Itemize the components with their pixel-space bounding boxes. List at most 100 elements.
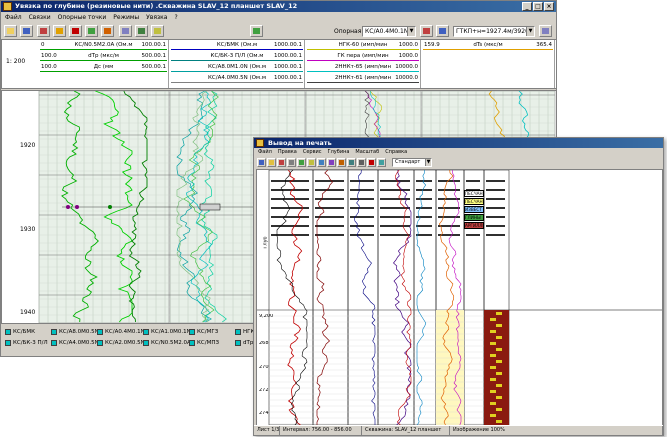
print-tool-button[interactable] <box>337 158 346 167</box>
legend-item[interactable]: КС/БМК <box>4 328 35 336</box>
print-menu-depth[interactable]: Глубина <box>328 148 350 157</box>
print-menu-scale[interactable]: Масштаб <box>355 148 379 157</box>
print-lithology-pattern <box>490 414 496 417</box>
tool-6-button[interactable] <box>119 25 132 37</box>
print-tool-button[interactable] <box>257 158 266 167</box>
ref-tool-2-button[interactable] <box>436 25 449 37</box>
curve-header-row[interactable]: 100.0 Дс (мм 500.00.1 <box>40 63 167 72</box>
tie-marker <box>199 203 221 211</box>
tool-7-button[interactable] <box>135 25 148 37</box>
print-tool-button[interactable] <box>377 158 386 167</box>
print-depth-label: 270 <box>259 365 269 370</box>
lithology-legend: ПЕСЧАНИКИ ПЕСЧАН ИЗВЕСТ ГЛИНЫ АРГИЛЛИ <box>464 190 484 230</box>
tool-8-button[interactable] <box>151 25 164 37</box>
legend-item[interactable]: КС/А8.0M0.5N <box>50 328 99 336</box>
tool-4-button[interactable] <box>85 25 98 37</box>
print-tool-button[interactable] <box>267 158 276 167</box>
refresh-button[interactable] <box>250 25 263 37</box>
print-tool-icon <box>299 160 304 165</box>
legend-item[interactable]: КС/А2.0M0.5N <box>96 339 145 347</box>
tool-6-icon <box>122 28 129 34</box>
edit-button[interactable] <box>539 25 552 37</box>
track-header[interactable]: НГК-60 (имп/мин 1000.0 ГК пера (имп/мин 100… <box>306 40 421 88</box>
legend-label: КС/БК-3 П/Л <box>13 340 48 346</box>
close-button[interactable]: × <box>544 2 554 11</box>
print-lithology-pattern <box>490 354 496 357</box>
print-menu-file[interactable]: Файл <box>258 148 272 157</box>
print-tool-button[interactable] <box>367 158 376 167</box>
legend-item[interactable]: КС/БК-3 П/Л <box>4 339 48 347</box>
print-tool-button[interactable] <box>327 158 336 167</box>
print-lithology-pattern <box>490 318 496 321</box>
print-tool-icon <box>369 160 374 165</box>
legend-item[interactable]: dTp <box>234 339 253 347</box>
status-well: Скважина: SLAV_12 планшет <box>362 426 450 435</box>
print-tool-button[interactable] <box>317 158 326 167</box>
menu-ref-points[interactable]: Опорные точки <box>58 13 107 22</box>
print-menu-help[interactable]: Справка <box>385 148 407 157</box>
curve-header-row[interactable]: КС/БМК (Ом.м 1000.00.1 <box>171 41 303 50</box>
legend-item[interactable]: КС/А4.0M0.5N <box>50 339 99 347</box>
menu-help[interactable]: ? <box>174 13 177 22</box>
print-tool-button[interactable] <box>357 158 366 167</box>
legend-item[interactable]: КС/N0.5M2.0A <box>142 339 191 347</box>
track-header[interactable]: КС/БМК (Ом.м 1000.00.1 КС/БК-3 П/Л (Ом.м 10… <box>170 40 305 88</box>
menu-modes[interactable]: Режимы <box>113 13 139 22</box>
print-depth-axis-label: Глуб <box>263 236 269 249</box>
menu-align[interactable]: Увязка <box>146 13 167 22</box>
curve-header-row[interactable]: 100.0 dTp (мкс/м 500.00.1 <box>40 52 167 61</box>
menu-file[interactable]: Файл <box>5 13 22 22</box>
legend-label: КС/А4.0M0.5N <box>59 340 99 346</box>
tool-2-button[interactable] <box>53 25 66 37</box>
print-status-bar: Лист 1/3 Интервал: 756.00 - 856.00 Скваж… <box>254 425 663 435</box>
reference-select[interactable]: КС/А0.4M0.1N ▼ <box>362 26 416 37</box>
curve-header-row[interactable]: 2ННКт-б5 (имп/мин 10000.0 <box>307 63 419 72</box>
curve-header-row[interactable]: 0 КС/N0.5M2.0A (Ом.м 100.00.1 <box>40 41 167 50</box>
print-preview-sheet[interactable]: Глуб 9,200 268 270 272 274 ПЕСЧАНИКИ ПЕС… <box>256 169 663 426</box>
ref-tool-1-button[interactable] <box>420 25 433 37</box>
print-tool-icon <box>319 160 324 165</box>
tool-1-icon <box>40 28 47 34</box>
minimize-button[interactable]: _ <box>522 2 532 11</box>
open-icon <box>7 28 14 34</box>
print-tool-button[interactable] <box>307 158 316 167</box>
print-style-select[interactable]: Стандарт ▼ <box>392 158 432 167</box>
open-button[interactable] <box>4 25 17 37</box>
track-header[interactable]: 0 КС/N0.5M2.0A (Ом.м 100.00.1 100.0 dTp (мкс… <box>39 40 169 88</box>
print-tool-button[interactable] <box>277 158 286 167</box>
print-tool-button[interactable] <box>297 158 306 167</box>
print-title-bar[interactable]: Вывод на печать <box>254 138 663 148</box>
print-tool-button[interactable] <box>347 158 356 167</box>
curve-header-row[interactable]: 2ННКт-б1 (имп/мин 10000.0 <box>307 74 419 83</box>
legend-swatch <box>5 340 11 346</box>
chevron-down-icon: ▼ <box>407 27 415 36</box>
curve-header-row[interactable]: 159.9 dTs (мкс/м 365.4 <box>423 41 553 50</box>
status-page: Лист 1/3 <box>254 426 280 435</box>
curve-header-row[interactable]: КС/БК-3 П/Л (Ом.м 1000.00.1 <box>171 52 303 61</box>
legend-item[interactable]: КС/МГЗ <box>188 328 218 336</box>
print-menu-service[interactable]: Сервис <box>303 148 322 157</box>
main-title-bar[interactable]: Увязка по глубине (резиновые нити) .Сква… <box>1 1 556 12</box>
legend-swatch <box>97 340 103 346</box>
legend-item[interactable]: КС/МПЗ <box>188 339 219 347</box>
app-icon <box>3 2 12 11</box>
print-menu-edit[interactable]: Правка <box>278 148 297 157</box>
curve-color-line <box>307 71 419 72</box>
tool-5-button[interactable] <box>101 25 114 37</box>
status-interval: Интервал: 756.00 - 856.00 <box>280 426 362 435</box>
curve-header-row[interactable]: КС/А4.0M0.5N (Ом.м 1000.00.1 <box>171 74 303 83</box>
tool-1-button[interactable] <box>37 25 50 37</box>
print-tool-button[interactable] <box>287 158 296 167</box>
legend-item[interactable]: КС/А1.0M0.1N <box>142 328 191 336</box>
curve-header-row[interactable]: КС/А8.0M1.0N (Ом.м 1000.00.1 <box>171 63 303 72</box>
print-window-title: Вывод на печать <box>268 139 332 147</box>
save-button[interactable] <box>20 25 33 37</box>
tool-3-button[interactable] <box>69 25 82 37</box>
track-header[interactable]: 159.9 dTs (мкс/м 365.4 <box>422 40 555 88</box>
curve-header-row[interactable]: НГК-60 (имп/мин 1000.0 <box>307 41 419 50</box>
depth-readout-field[interactable]: ГТКП+н=1927.4м/3920.0 ▼ <box>453 26 535 37</box>
legend-item[interactable]: КС/А0.4M0.1N <box>96 328 145 336</box>
maximize-button[interactable]: □ <box>533 2 543 11</box>
menu-links[interactable]: Связки <box>29 13 51 22</box>
curve-header-row[interactable]: ГК пера (имп/мин 1000.0 <box>307 52 419 61</box>
